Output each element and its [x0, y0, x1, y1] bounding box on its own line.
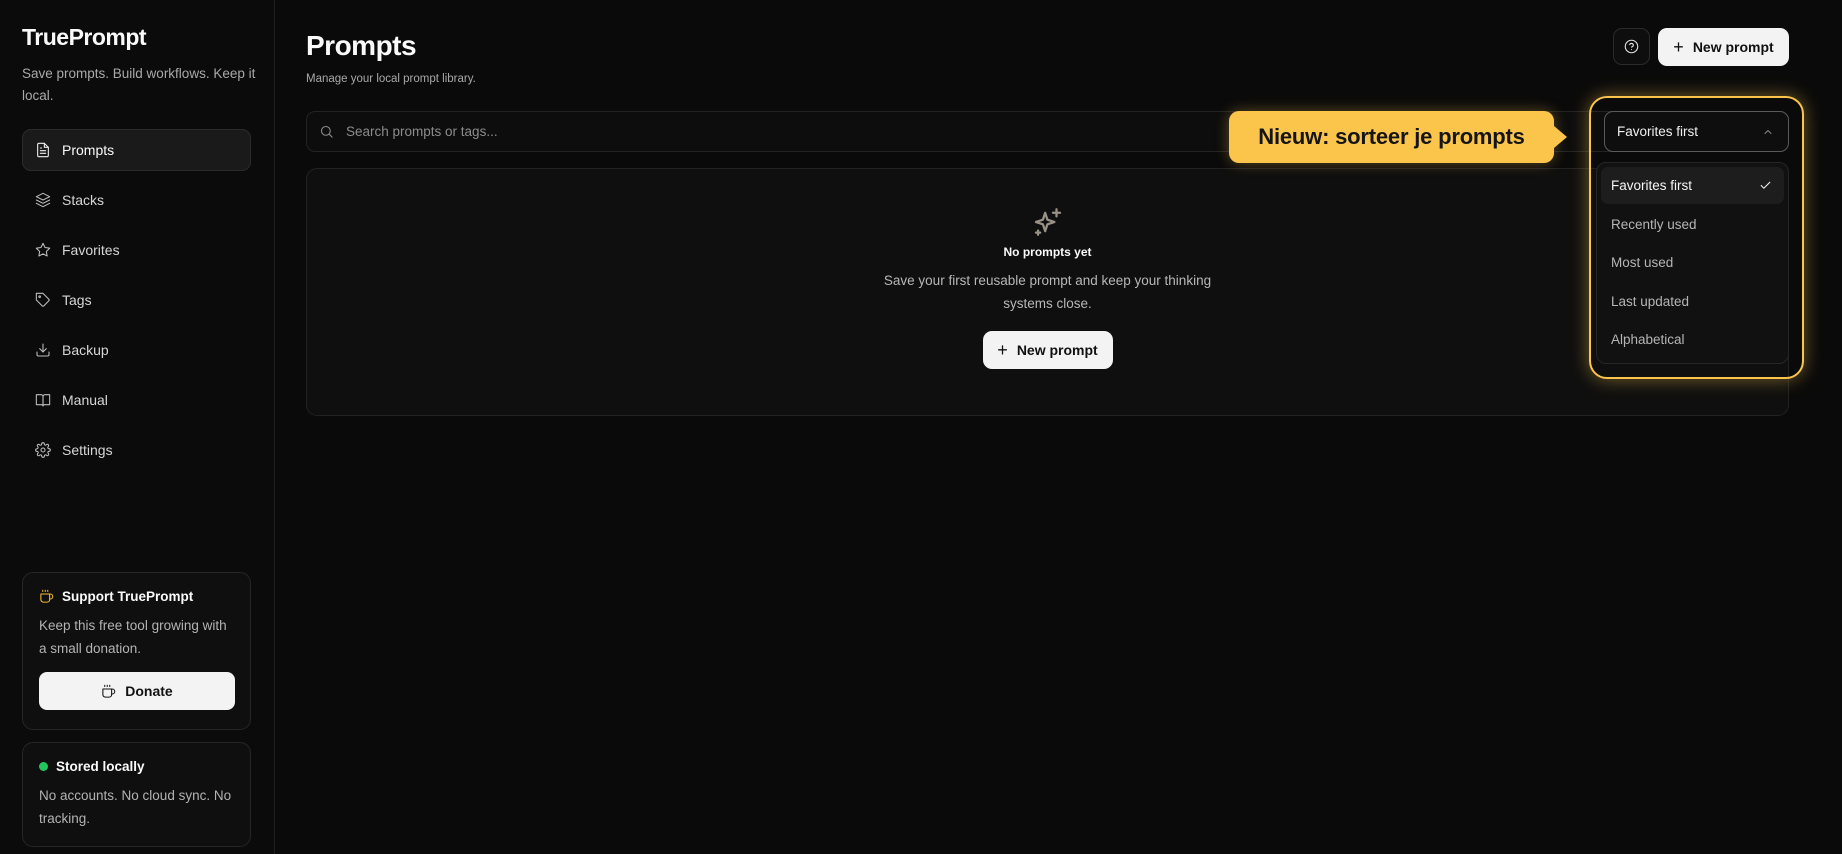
brand-tagline: Save prompts. Build workflows. Keep it l…: [22, 66, 256, 103]
sidebar-item-label: Stacks: [62, 192, 105, 208]
empty-state-new-prompt-button[interactable]: + New prompt: [982, 331, 1113, 369]
chevron-up-icon: [1762, 126, 1774, 138]
sidebar-item-label: Settings: [62, 442, 113, 458]
help-button[interactable]: [1613, 28, 1650, 65]
empty-state-text: Save your first reusable prompt and keep…: [883, 273, 1212, 311]
status-dot-icon: [39, 762, 48, 771]
empty-state: No prompts yet Save your first reusable …: [307, 205, 1788, 369]
main-content: Prompts Manage your local prompt library…: [275, 0, 1842, 854]
star-icon: [35, 242, 51, 258]
sort-option-favorites-first[interactable]: Favorites first: [1601, 167, 1784, 204]
coffee-icon: [101, 684, 125, 699]
new-prompt-label: New prompt: [1016, 342, 1098, 358]
tag-icon: [35, 292, 51, 308]
sort-selected-value: Favorites first: [1617, 124, 1699, 139]
app-window: TruePrompt Save prompts. Build workflows…: [0, 0, 1842, 854]
sparkles-icon: [1031, 205, 1065, 239]
sidebar-item-tags[interactable]: Tags: [22, 279, 251, 321]
new-prompt-button[interactable]: + New prompt: [1658, 28, 1789, 66]
sort-option-label: Most used: [1611, 255, 1674, 270]
sort-select[interactable]: Favorites first: [1604, 111, 1789, 152]
help-circle-icon: [1624, 39, 1639, 54]
empty-state-panel: No prompts yet Save your first reusable …: [306, 168, 1789, 416]
check-icon: [1759, 179, 1772, 192]
sort-option-most-used[interactable]: Most used: [1601, 244, 1784, 281]
sidebar-item-prompts[interactable]: Prompts: [22, 129, 251, 171]
sidebar-item-favorites[interactable]: Favorites: [22, 229, 251, 271]
support-title: Support TruePrompt: [62, 589, 194, 604]
stored-title: Stored locally: [56, 759, 145, 774]
page-subtitle: Manage your local prompt library.: [306, 73, 476, 85]
sort-option-label: Alphabetical: [1611, 332, 1685, 347]
file-text-icon: [35, 142, 51, 158]
empty-state-title: No prompts yet: [1003, 245, 1092, 259]
stored-title-row: Stored locally: [39, 759, 234, 774]
sort-option-label: Recently used: [1611, 216, 1697, 232]
sort-option-recently-used[interactable]: Recently used: [1601, 206, 1784, 243]
page-title: Prompts: [306, 30, 417, 61]
support-card: Support TruePrompt Keep this free tool g…: [22, 572, 251, 730]
sidebar-item-label: Prompts: [62, 142, 115, 158]
sidebar-item-settings[interactable]: Settings: [22, 429, 251, 471]
search-icon: [319, 124, 346, 139]
sidebar-item-stacks[interactable]: Stacks: [22, 179, 251, 221]
brand-name: TruePrompt: [22, 24, 147, 50]
sort-option-label: Last updated: [1611, 293, 1690, 309]
support-text: Keep this free tool growing with a small…: [39, 618, 227, 656]
support-card-title-row: Support TruePrompt: [39, 589, 234, 604]
sort-option-alphabetical[interactable]: Alphabetical: [1601, 321, 1784, 358]
plus-icon: +: [1673, 37, 1684, 57]
download-icon: [35, 342, 51, 358]
feature-callout: Nieuw: sorteer je prompts: [1229, 111, 1554, 163]
search-input[interactable]: [346, 124, 1146, 139]
sidebar-item-label: Tags: [62, 292, 92, 308]
sidebar-item-backup[interactable]: Backup: [22, 329, 251, 371]
sidebar-item-label: Backup: [62, 342, 109, 358]
callout-arrow-icon: [1554, 126, 1567, 148]
sort-option-label: Favorites first: [1611, 178, 1693, 193]
sidebar-item-label: Favorites: [62, 242, 120, 258]
book-icon: [35, 392, 51, 408]
gear-icon: [35, 442, 51, 458]
donate-label: Donate: [125, 683, 173, 699]
stored-locally-card: Stored locally No accounts. No cloud syn…: [22, 742, 251, 847]
plus-icon: +: [997, 340, 1008, 360]
layers-icon: [35, 192, 51, 208]
sort-option-last-updated[interactable]: Last updated: [1601, 283, 1784, 320]
sidebar: TruePrompt Save prompts. Build workflows…: [0, 0, 275, 854]
sidebar-item-manual[interactable]: Manual: [22, 379, 251, 421]
stored-text: No accounts. No cloud sync. No tracking.: [39, 788, 232, 826]
new-prompt-label: New prompt: [1692, 39, 1774, 55]
sidebar-nav: Prompts Stacks Favorites Tags Backup Man…: [22, 129, 252, 471]
sidebar-item-label: Manual: [62, 392, 108, 408]
coffee-icon: [39, 589, 62, 604]
sort-dropdown-menu: Favorites first Recently used Most used …: [1596, 162, 1789, 364]
donate-button[interactable]: Donate: [39, 672, 235, 710]
